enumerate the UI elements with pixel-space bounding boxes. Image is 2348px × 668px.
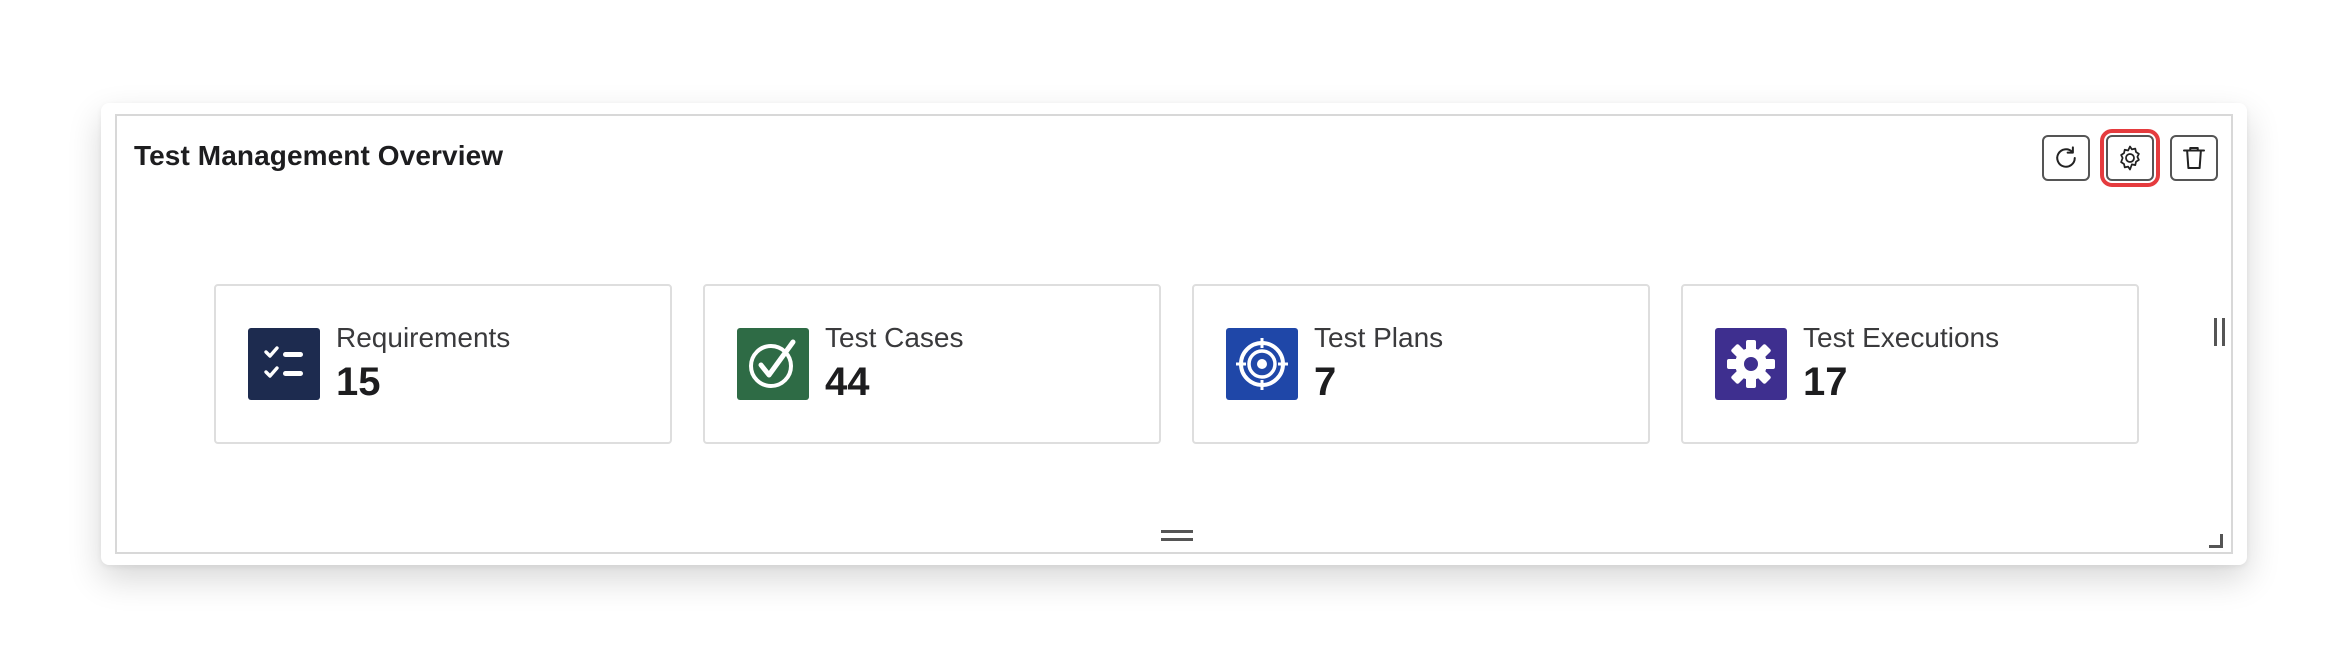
widget-title: Test Management Overview bbox=[134, 140, 504, 171]
card-count: 15 bbox=[336, 360, 381, 404]
checkmark-circle-icon bbox=[737, 328, 809, 400]
card-test-cases[interactable]: Test Cases 44 bbox=[703, 284, 1161, 444]
card-requirements[interactable]: Requirements 15 bbox=[214, 284, 672, 444]
trash-icon bbox=[2183, 147, 2205, 169]
card-count: 44 bbox=[825, 360, 870, 404]
cog-icon bbox=[1715, 328, 1787, 400]
card-label: Requirements bbox=[336, 322, 511, 353]
refresh-icon bbox=[2056, 146, 2076, 168]
delete-button[interactable] bbox=[2170, 135, 2218, 181]
card-label: Test Cases bbox=[825, 322, 964, 353]
corner-resize-handle[interactable] bbox=[2209, 534, 2223, 548]
vertical-resize-handle[interactable] bbox=[1161, 530, 1193, 544]
card-label: Test Plans bbox=[1314, 322, 1444, 353]
card-test-plans[interactable]: Test Plans 7 bbox=[1192, 284, 1650, 444]
checklist-icon bbox=[248, 328, 320, 400]
settings-button[interactable] bbox=[2100, 129, 2160, 187]
gear-icon bbox=[2120, 145, 2140, 171]
card-test-executions[interactable]: Test Executions 17 bbox=[1681, 284, 2139, 444]
test-management-overview-widget: Test Management Overview Requirements 15… bbox=[115, 114, 2233, 554]
card-count: 7 bbox=[1314, 360, 1337, 404]
target-icon bbox=[1226, 328, 1298, 400]
refresh-button[interactable] bbox=[2042, 135, 2090, 181]
card-label: Test Executions bbox=[1803, 322, 2000, 353]
horizontal-resize-handle[interactable] bbox=[2214, 318, 2226, 346]
card-count: 17 bbox=[1803, 360, 1848, 404]
